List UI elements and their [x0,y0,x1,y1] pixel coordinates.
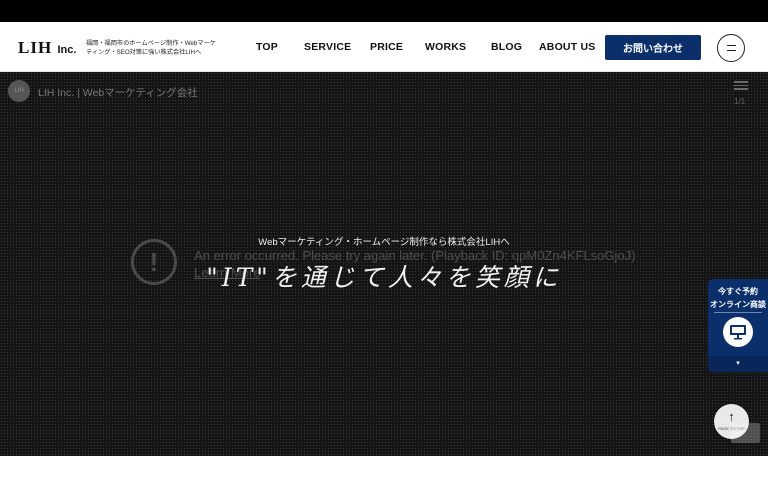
online-meeting-widget[interactable]: 今すぐ予約 オンライン商談 ▾ [708,279,768,372]
hero-video[interactable]: LIH LIH Inc. | Webマーケティング会社 1/1 ! An err… [0,72,768,456]
overlay-panel [731,423,760,443]
channel-avatar[interactable]: LIH [8,80,30,102]
nav-about-us[interactable]: ABOUT US [539,41,595,53]
tagline: 福岡・福岡市のホームページ制作・Webマーケティング・SEO対策に強い株式会社L… [86,40,216,56]
menu-line-icon [726,45,736,46]
nav-price[interactable]: PRICE [370,41,403,53]
logo[interactable]: LIH Inc. [18,38,76,58]
monitor-icon [723,317,753,347]
nav-blog[interactable]: BLOG [491,41,522,53]
hero-headline: "IT"を通じて人々を笑顔に [206,263,562,292]
site-header: LIH Inc. 福岡・福岡市のホームページ制作・Webマーケティング・SEO対… [0,22,768,72]
nav-top[interactable]: TOP [256,41,278,53]
contact-button[interactable]: お問い合わせ [605,35,701,60]
video-title[interactable]: LIH Inc. | Webマーケティング会社 [38,85,198,100]
nav-service[interactable]: SERVICE [304,41,351,53]
logo-main: LIH [18,38,53,57]
browser-top-bar [0,0,768,22]
widget-divider [714,312,762,313]
playlist-count: 1/1 [734,97,746,106]
logo-suffix: Inc. [57,44,77,56]
widget-line2: オンライン商談 [710,300,766,309]
menu-line-icon [726,50,736,51]
widget-chevron-down-icon[interactable]: ▾ [708,356,768,372]
playlist-icon[interactable] [734,81,748,92]
hamburger-menu-button[interactable] [717,34,745,62]
arrow-up-icon: ↑ [728,409,735,424]
hero-subtitle: Webマーケティング・ホームページ制作なら株式会社LIHへ [258,237,510,248]
widget-line1: 今すぐ予約 [718,287,758,296]
nav-works[interactable]: WORKS [425,41,466,53]
